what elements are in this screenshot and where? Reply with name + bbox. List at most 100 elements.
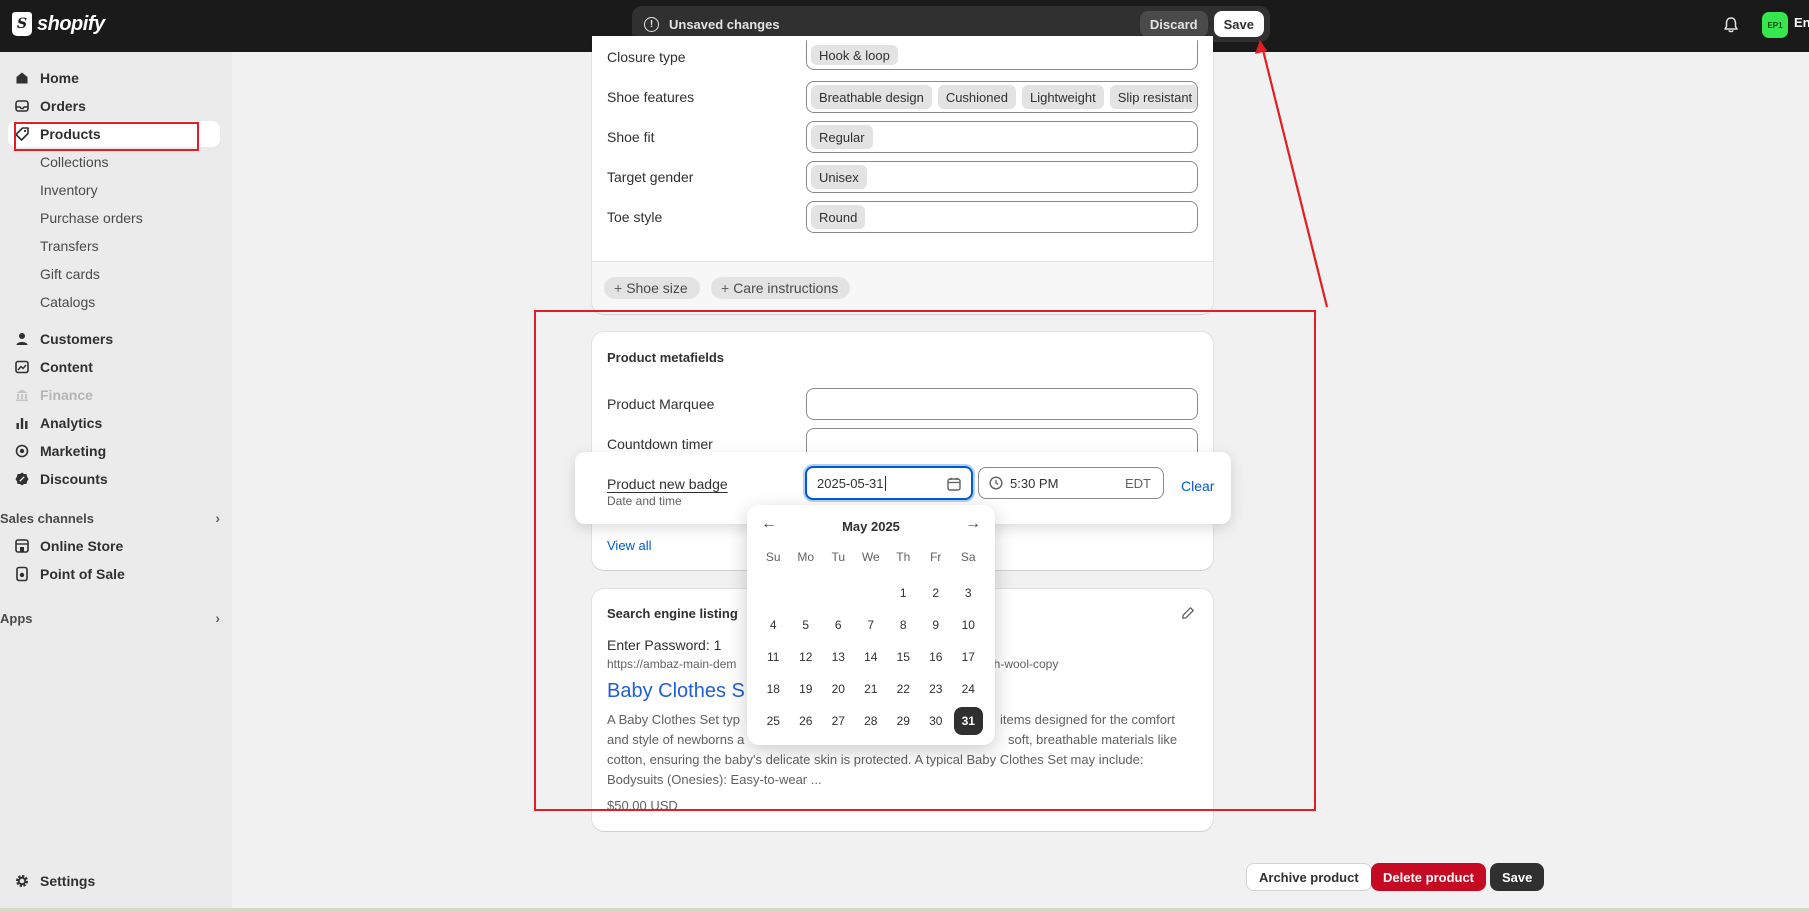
seo-title: Search engine listing — [607, 606, 738, 621]
product-marquee-input[interactable] — [806, 388, 1198, 420]
shoe-feature-chip[interactable]: Slip resistant — [1109, 85, 1197, 109]
toe-style-field[interactable]: Round — [806, 201, 1198, 233]
sidebar-item-online-store[interactable]: Online Store — [8, 533, 220, 559]
calendar-day[interactable]: 28 — [855, 705, 888, 737]
calendar-empty-cell — [790, 577, 823, 609]
sidebar-item-analytics[interactable]: Analytics — [8, 410, 220, 436]
sidebar-item-inventory[interactable]: Inventory — [8, 177, 220, 203]
calendar-icon[interactable] — [947, 477, 961, 491]
calendar-day[interactable]: 4 — [757, 609, 790, 641]
apps-header[interactable]: Apps › — [0, 608, 220, 628]
calendar-day[interactable]: 7 — [855, 609, 888, 641]
chevron-right-icon: › — [215, 510, 220, 526]
calendar-day[interactable]: 29 — [887, 705, 920, 737]
pencil-icon[interactable] — [1181, 606, 1195, 620]
avatar[interactable]: EP1 — [1762, 12, 1788, 38]
save-button[interactable]: Save — [1490, 863, 1545, 891]
sidebar-item-transfers[interactable]: Transfers — [8, 233, 220, 259]
calendar-day[interactable]: 3 — [952, 577, 985, 609]
top-save-button[interactable]: Save — [1213, 11, 1264, 37]
add-care-instructions-button[interactable]: + Care instructions — [711, 277, 851, 299]
sidebar-item-finance[interactable]: Finance — [8, 382, 220, 408]
annotation-arrow — [1255, 40, 1329, 308]
sidebar-item-gift-cards[interactable]: Gift cards — [8, 261, 220, 287]
alert-circle-icon: ! — [644, 16, 659, 32]
sidebar-item-settings[interactable]: Settings — [8, 868, 220, 894]
archive-product-button[interactable]: Archive product — [1246, 863, 1372, 891]
clear-link[interactable]: Clear — [1181, 478, 1214, 494]
store-icon — [15, 539, 29, 553]
plus-icon: + — [614, 280, 623, 296]
closure-type-field[interactable]: Hook & loop — [806, 40, 1198, 70]
add-shoe-size-button[interactable]: + Shoe size — [604, 277, 700, 299]
bell-icon[interactable] — [1722, 16, 1740, 34]
chevron-right-icon: › — [215, 610, 220, 626]
calendar-day[interactable]: 19 — [790, 673, 823, 705]
sidebar-item-label: Finance — [40, 387, 93, 403]
sidebar-item-content[interactable]: Content — [8, 354, 220, 380]
calendar-day[interactable]: 30 — [920, 705, 953, 737]
target-gender-label: Target gender — [607, 169, 694, 185]
seo-desc-line: items designed for the comfort — [1000, 712, 1175, 727]
target-gender-chip[interactable]: Unisex — [811, 165, 867, 189]
calendar-day[interactable]: 6 — [822, 609, 855, 641]
calendar-day[interactable]: 18 — [757, 673, 790, 705]
target-gender-field[interactable]: Unisex — [806, 161, 1198, 193]
store-name[interactable]: En — [1794, 15, 1809, 30]
view-all-link[interactable]: View all — [607, 538, 652, 553]
calendar-month-label: May 2025 — [842, 519, 900, 534]
calendar-day[interactable]: 24 — [952, 673, 985, 705]
calendar-day[interactable]: 13 — [822, 641, 855, 673]
target-icon — [15, 444, 29, 458]
shoe-fit-chip[interactable]: Regular — [811, 125, 873, 149]
sidebar-item-marketing[interactable]: Marketing — [8, 438, 220, 464]
calendar-day[interactable]: 8 — [887, 609, 920, 641]
seo-page-title[interactable]: Baby Clothes S — [607, 680, 745, 703]
calendar-day[interactable]: 20 — [822, 673, 855, 705]
sidebar-item-products[interactable]: Products — [8, 121, 220, 147]
calendar-day[interactable]: 27 — [822, 705, 855, 737]
sales-channels-header[interactable]: Sales channels › — [0, 508, 220, 528]
calendar-day[interactable]: 2 — [920, 577, 953, 609]
shoe-fit-field[interactable]: Regular — [806, 121, 1198, 153]
calendar-day[interactable]: 17 — [952, 641, 985, 673]
shoe-feature-chip[interactable]: Breathable design — [811, 85, 932, 109]
calendar-day[interactable]: 22 — [887, 673, 920, 705]
arrow-right-icon[interactable]: → — [965, 515, 981, 533]
sidebar-item-catalogs[interactable]: Catalogs — [8, 289, 220, 315]
date-input[interactable]: 2025-05-31 — [805, 466, 973, 500]
calendar-day[interactable]: 25 — [757, 705, 790, 737]
calendar-day[interactable]: 9 — [920, 609, 953, 641]
calendar-day[interactable]: 1 — [887, 577, 920, 609]
calendar-day[interactable]: 14 — [855, 641, 888, 673]
calendar-day[interactable]: 23 — [920, 673, 953, 705]
sidebar-item-discounts[interactable]: Discounts — [8, 466, 220, 492]
calendar-day[interactable]: 12 — [790, 641, 823, 673]
delete-product-button[interactable]: Delete product — [1371, 863, 1487, 891]
sidebar-item-customers[interactable]: Customers — [8, 326, 220, 352]
shoe-features-field[interactable]: Breathable design Cushioned Lightweight … — [806, 81, 1198, 113]
sidebar-item-orders[interactable]: Orders — [8, 93, 220, 119]
shoe-feature-chip[interactable]: Lightweight — [1021, 85, 1104, 109]
calendar-day[interactable]: 15 — [887, 641, 920, 673]
calendar-day[interactable]: 26 — [790, 705, 823, 737]
shoe-feature-chip[interactable]: Cushioned — [937, 85, 1016, 109]
calendar-day[interactable]: 10 — [952, 609, 985, 641]
sidebar-item-home[interactable]: Home — [8, 65, 220, 91]
calendar-day[interactable]: 21 — [855, 673, 888, 705]
shopify-logo[interactable]: shopify — [12, 12, 105, 36]
closure-type-chip[interactable]: Hook & loop — [811, 45, 898, 65]
time-input[interactable]: 5:30 PM EDT — [978, 467, 1164, 499]
seo-desc-line: soft, breathable materials like — [1008, 732, 1178, 747]
discard-button[interactable]: Discard — [1139, 11, 1208, 37]
sidebar-item-purchase-orders[interactable]: Purchase orders — [8, 205, 220, 231]
product-new-badge-label[interactable]: Product new badge — [607, 476, 728, 492]
date-value: 2025-05-31 — [817, 475, 884, 491]
sidebar-item-collections[interactable]: Collections — [8, 149, 220, 175]
sidebar-item-point-of-sale[interactable]: Point of Sale — [8, 561, 220, 587]
toe-style-chip[interactable]: Round — [811, 205, 866, 229]
calendar-day-selected[interactable]: 31 — [954, 707, 983, 735]
calendar-day[interactable]: 16 — [920, 641, 953, 673]
calendar-day[interactable]: 11 — [757, 641, 790, 673]
calendar-day[interactable]: 5 — [790, 609, 823, 641]
